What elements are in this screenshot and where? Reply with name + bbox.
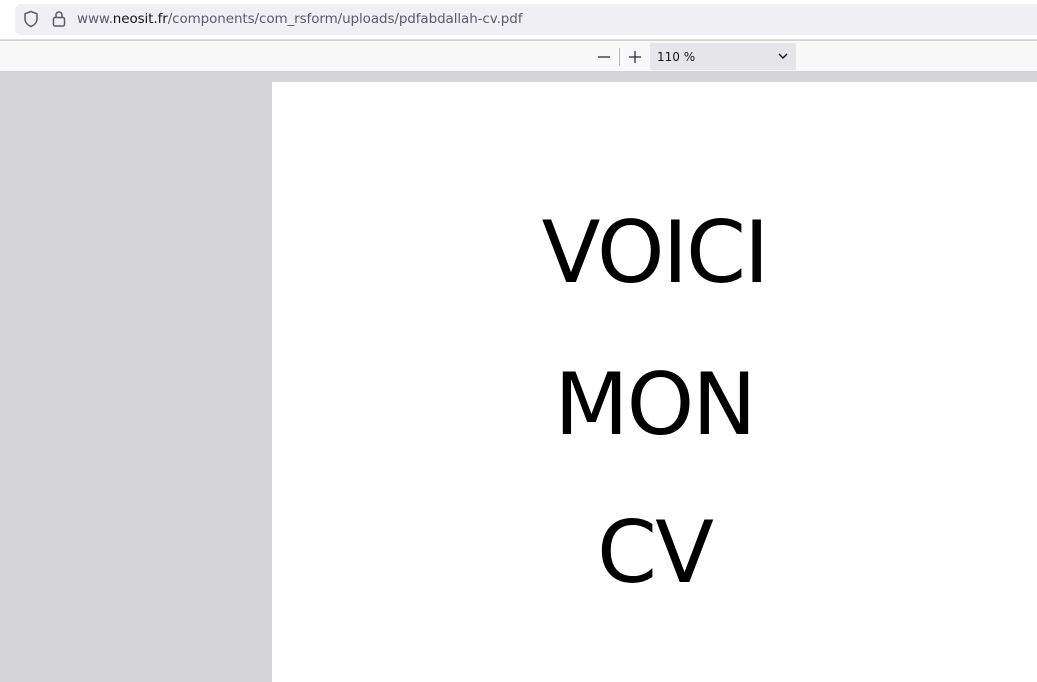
url-bar-row: www.neosit.fr/components/com_rsform/uplo… xyxy=(0,0,1037,40)
url-path: /components/com_rsform/uploads/pdfabdall… xyxy=(167,11,523,27)
plus-icon xyxy=(629,51,641,63)
chevron-down-icon xyxy=(778,53,788,59)
minus-icon xyxy=(598,56,610,58)
toolbar-separator xyxy=(619,48,620,66)
pdf-toolbar: 110 % xyxy=(0,41,1037,72)
url-text[interactable]: www.neosit.fr/components/com_rsform/uplo… xyxy=(77,11,522,27)
document-line-3: CV xyxy=(597,503,714,603)
lock-icon[interactable] xyxy=(51,10,67,28)
shield-icon[interactable] xyxy=(23,10,39,28)
pdf-page: VOICI MON CV xyxy=(272,82,1037,682)
pdf-viewer[interactable]: VOICI MON CV xyxy=(0,73,1037,682)
zoom-value: 110 % xyxy=(657,50,696,64)
url-prefix: www. xyxy=(77,11,113,27)
document-line-1: VOICI xyxy=(541,203,770,303)
document-line-2: MON xyxy=(554,355,756,455)
zoom-in-button[interactable] xyxy=(624,47,646,67)
url-host: neosit.fr xyxy=(112,11,168,27)
zoom-out-button[interactable] xyxy=(593,47,615,67)
zoom-select[interactable]: 110 % xyxy=(650,43,796,70)
